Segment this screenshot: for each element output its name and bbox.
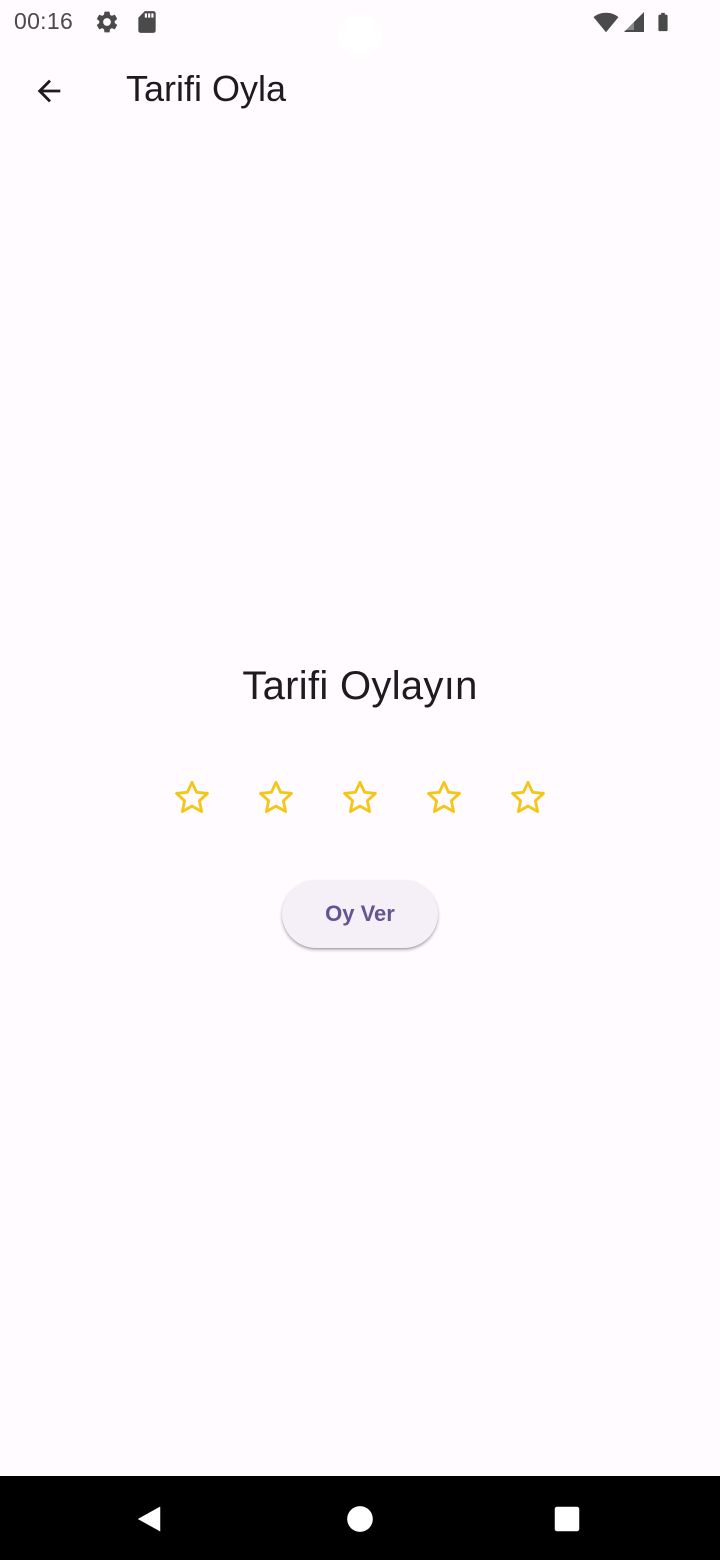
star-button-3[interactable] — [318, 756, 402, 840]
star-button-5[interactable] — [486, 756, 570, 840]
screen: 00:16 Tarifi Oyla Tarifi Oylayın Oy Ver — [0, 0, 720, 1560]
recents-nav-icon — [553, 1505, 581, 1533]
rating-heading: Tarifi Oylayın — [242, 664, 478, 708]
battery-icon — [652, 9, 678, 35]
star-rating — [150, 756, 570, 840]
wifi-icon — [592, 9, 619, 35]
settings-icon — [94, 9, 120, 35]
star-outline-icon — [424, 778, 464, 818]
star-button-2[interactable] — [234, 756, 318, 840]
sd-card-icon — [134, 9, 160, 35]
page-title: Tarifi Oyla — [126, 68, 287, 109]
home-nav-icon — [346, 1505, 374, 1533]
signal-icon — [622, 9, 648, 35]
app-bar: Tarifi Oyla — [0, 48, 720, 134]
vote-button[interactable]: Oy Ver — [282, 880, 438, 948]
status-time: 00:16 — [14, 8, 74, 34]
star-outline-icon — [172, 778, 212, 818]
star-button-4[interactable] — [402, 756, 486, 840]
star-button-1[interactable] — [150, 756, 234, 840]
nav-recents-button[interactable] — [542, 1494, 592, 1544]
back-nav-icon — [134, 1504, 164, 1534]
nav-home-button[interactable] — [335, 1494, 385, 1544]
navigation-bar — [0, 1476, 720, 1560]
arrow-back-icon — [32, 74, 66, 108]
star-outline-icon — [508, 778, 548, 818]
star-outline-icon — [340, 778, 380, 818]
status-bar: 00:16 — [0, 0, 720, 58]
star-outline-icon — [256, 778, 296, 818]
back-button[interactable] — [20, 62, 78, 120]
nav-back-button[interactable] — [124, 1494, 174, 1544]
